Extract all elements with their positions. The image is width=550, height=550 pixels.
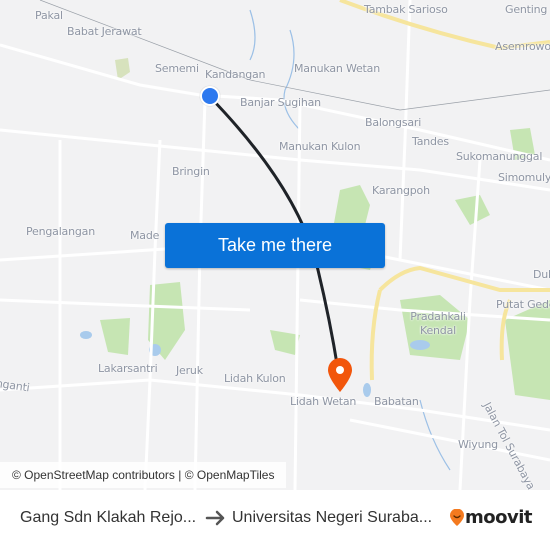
place-label: Pengalangan <box>26 225 95 238</box>
place-label: Jeruk <box>176 364 203 377</box>
park-area <box>505 300 550 400</box>
place-label: Pradahkali Kendal <box>410 310 466 337</box>
place-label: Babat Jerawat <box>67 25 142 38</box>
park-area <box>115 58 130 80</box>
map-attribution[interactable]: © OpenStreetMap contributors | © OpenMap… <box>0 462 287 488</box>
origin-marker[interactable] <box>200 86 220 106</box>
place-label: Made <box>130 229 160 242</box>
place-label: Pakal <box>35 9 63 22</box>
place-label: Simomulyo <box>498 171 550 184</box>
moovit-wordmark: moovit <box>465 507 533 528</box>
river <box>249 9 256 61</box>
park-area <box>455 195 490 225</box>
take-me-there-button[interactable]: Take me there <box>165 223 385 268</box>
place-label: Babatan <box>374 395 419 408</box>
place-label: Asemrowo <box>495 40 550 53</box>
place-label: Lidah Kulon <box>224 372 286 385</box>
place-label: Banjar Sugihan <box>240 96 321 109</box>
railway <box>39 0 550 111</box>
place-label: Sememi <box>155 62 199 75</box>
place-label: Dukuh <box>533 268 550 281</box>
moovit-logo[interactable]: moovit <box>449 507 533 528</box>
place-label: Manukan Kulon <box>279 140 361 153</box>
place-label: Karangpoh <box>372 184 430 197</box>
place-label: Bringin <box>172 165 210 178</box>
place-label: Wiyung <box>458 438 498 451</box>
pond <box>363 383 371 397</box>
moovit-pin-icon <box>450 508 464 526</box>
place-label: Tambak Sarioso <box>364 3 448 16</box>
place-label: Genting <box>505 3 548 16</box>
place-label: Sukomanunggal <box>456 150 543 163</box>
place-label: Tandes <box>412 135 449 148</box>
destination-pin-icon[interactable] <box>325 357 355 393</box>
park-area <box>100 318 130 355</box>
destination-stop-name: Universitas Negeri Suraba... <box>232 509 433 526</box>
river <box>283 29 301 131</box>
place-label: Manukan Wetan <box>294 62 380 75</box>
place-label: Lidah Wetan <box>290 395 357 408</box>
place-label: Lakarsantri <box>98 362 158 375</box>
origin-stop-name: Gang Sdn Klakah Rejo... <box>20 509 197 526</box>
place-label: Putat Gede <box>496 298 550 311</box>
pond <box>410 340 430 350</box>
place-label: Balongsari <box>365 116 422 129</box>
map[interactable]: Pakal Babat Jerawat Sememi Kandangan Ban… <box>0 0 550 490</box>
pond <box>80 331 92 339</box>
arrow-right-icon <box>205 510 225 526</box>
place-label: Kandangan <box>205 68 266 81</box>
